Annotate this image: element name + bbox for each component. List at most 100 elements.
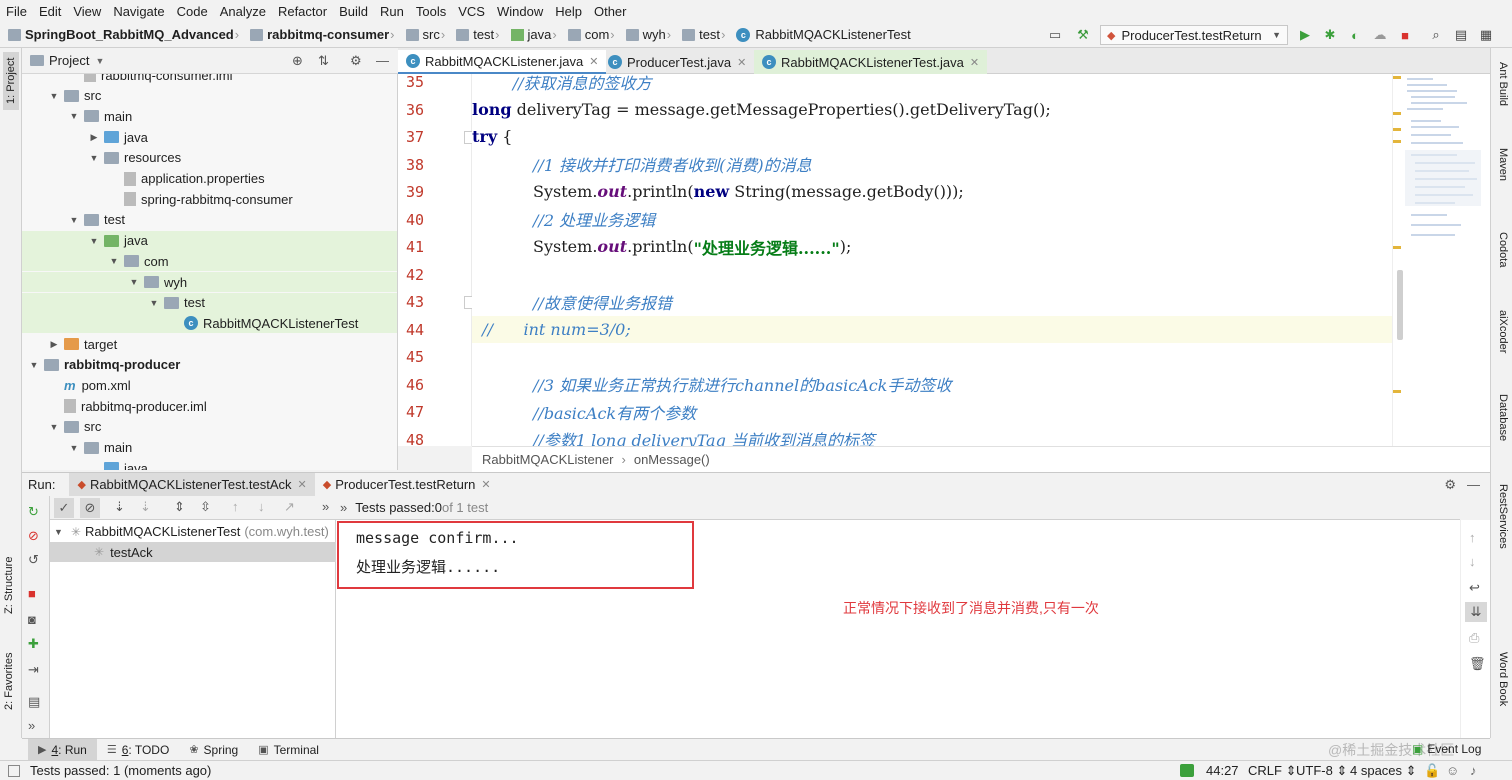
- gear-icon[interactable]: ⚙: [1444, 477, 1456, 493]
- tree-item[interactable]: application.properties: [22, 169, 397, 189]
- test-tree-item[interactable]: ✳ testAck: [50, 542, 336, 562]
- stop-icon[interactable]: ■: [28, 586, 36, 601]
- chevron-down-icon[interactable]: ▼: [95, 56, 104, 66]
- build-hammer-icon[interactable]: ⚒: [1074, 26, 1092, 44]
- code-line[interactable]: [472, 261, 1392, 288]
- scroll-to-end-icon[interactable]: ⇊: [1465, 602, 1487, 622]
- import-icon[interactable]: ⇥: [28, 662, 39, 678]
- debug-icon[interactable]: ✱: [1321, 26, 1339, 44]
- editor-tab-1[interactable]: c ProducerTest.java ✕: [600, 50, 754, 74]
- chevron-down-icon[interactable]: ▼: [48, 422, 60, 432]
- chevron-right-icon[interactable]: ▶: [48, 339, 60, 350]
- status-panel-icon[interactable]: [8, 764, 20, 777]
- arrow-down-icon[interactable]: ↓: [1469, 554, 1476, 569]
- inspector-icon[interactable]: ☺: [1446, 763, 1459, 778]
- breadcrumb-item[interactable]: rabbitmq-consumer ›: [250, 27, 399, 42]
- tree-item[interactable]: ▼ resources: [22, 148, 397, 168]
- tree-item[interactable]: ▼ main: [22, 106, 397, 126]
- aixcoder-tool-tab[interactable]: aiXcoder: [1497, 310, 1509, 353]
- code-line[interactable]: [472, 343, 1392, 370]
- collapse-all-icon[interactable]: ⇳: [200, 499, 211, 515]
- show-passed-icon[interactable]: ✓: [54, 498, 74, 518]
- expand-all-icon[interactable]: ⇕: [174, 499, 185, 515]
- collapse-icon[interactable]: ⇅: [318, 53, 329, 69]
- sort-duration-icon[interactable]: ⇣: [140, 499, 151, 515]
- codota-tool-tab[interactable]: Codota: [1497, 232, 1509, 267]
- code-breadcrumb-class[interactable]: RabbitMQACKListener: [482, 452, 614, 467]
- close-icon[interactable]: ✕: [481, 478, 490, 491]
- run-config-select[interactable]: ◆ ProducerTest.testReturn ▼: [1100, 25, 1288, 45]
- breadcrumb-item[interactable]: com ›: [567, 27, 620, 42]
- run-tab-testack[interactable]: ◆ RabbitMQACKListenerTest.testAck ✕: [69, 472, 315, 497]
- minimize-icon[interactable]: —: [376, 53, 389, 68]
- bottom-tab-terminal[interactable]: ▣ Terminal: [248, 739, 329, 761]
- menu-item-other[interactable]: Other: [594, 4, 627, 19]
- indent-setting[interactable]: 4 spaces ⇕: [1350, 763, 1417, 779]
- project-tool-tab[interactable]: 1: Project: [3, 51, 19, 110]
- project-panel-title[interactable]: Project: [49, 53, 89, 68]
- tree-item[interactable]: ▼ java: [22, 230, 397, 251]
- close-icon[interactable]: ✕: [589, 55, 598, 68]
- close-icon[interactable]: ✕: [970, 56, 979, 69]
- bottom-tab-run[interactable]: ▶ 4: Run: [28, 738, 97, 761]
- more-icon[interactable]: »: [28, 718, 35, 733]
- menu-item-navigate[interactable]: Navigate: [113, 4, 164, 19]
- breadcrumb-item[interactable]: SpringBoot_RabbitMQ_Advanced ›: [8, 27, 244, 42]
- print-icon[interactable]: ⎙: [1469, 630, 1479, 646]
- menu-item-help[interactable]: Help: [555, 4, 582, 19]
- code-line[interactable]: System. out .println("处理业务逻辑......");: [472, 233, 1392, 260]
- tree-item[interactable]: m pom.xml: [22, 376, 397, 396]
- code-line[interactable]: long deliveryTag = message.getMessagePro…: [472, 96, 1392, 123]
- trash-icon[interactable]: 🗑: [1469, 656, 1486, 672]
- rerun-failed-icon[interactable]: ⊘: [28, 528, 39, 544]
- tree-item[interactable]: ▶ java: [22, 127, 397, 147]
- breadcrumb-item[interactable]: java ›: [510, 27, 562, 42]
- layout-icon[interactable]: ▤: [28, 694, 40, 710]
- tree-item[interactable]: ▼ com: [22, 251, 397, 272]
- chevron-right-icon[interactable]: ▶: [88, 132, 100, 143]
- rerun-icon[interactable]: ↻: [28, 504, 39, 520]
- chevron-down-icon[interactable]: ▼: [68, 215, 80, 225]
- menu-item-refactor[interactable]: Refactor: [278, 4, 327, 19]
- code-editor[interactable]: //获取消息的签收方 long deliveryTag = message.ge…: [472, 74, 1392, 446]
- word-book-tool-tab[interactable]: Word Book: [1497, 652, 1509, 706]
- test-tree-root[interactable]: ▼ ✳ RabbitMQACKListenerTest (com.wyh.tes…: [54, 524, 329, 539]
- tree-item[interactable]: ▼ test: [22, 292, 397, 313]
- notifications-icon[interactable]: ♪: [1470, 763, 1477, 778]
- menu-item-window[interactable]: Window: [497, 4, 543, 19]
- show-ignored-icon[interactable]: ⊘: [80, 498, 100, 518]
- cursor-position[interactable]: 44:27: [1206, 763, 1239, 778]
- chevron-down-icon[interactable]: ▼: [88, 153, 100, 163]
- code-line[interactable]: //获取消息的签收方: [472, 74, 1392, 95]
- chevron-down-icon[interactable]: ▼: [128, 277, 140, 287]
- arrow-up-icon[interactable]: ↑: [1469, 530, 1476, 545]
- more-icon[interactable]: »: [340, 500, 347, 515]
- menu-item-build[interactable]: Build: [339, 4, 368, 19]
- settings-grid-icon[interactable]: ▦: [1477, 26, 1495, 44]
- arrow-down-icon[interactable]: ↓: [258, 499, 265, 514]
- stop-icon[interactable]: ■: [1396, 26, 1414, 44]
- search-icon[interactable]: ⌕: [1427, 26, 1445, 44]
- editor-tab-2[interactable]: c RabbitMQACKListenerTest.java ✕: [754, 50, 988, 74]
- breadcrumb-item[interactable]: c RabbitMQACKListenerTest: [736, 27, 911, 42]
- menu-item-edit[interactable]: Edit: [39, 4, 61, 19]
- code-line[interactable]: System. out .println(new String(message.ge…: [472, 178, 1392, 205]
- chevron-down-icon[interactable]: ▼: [68, 111, 80, 121]
- gear-icon[interactable]: ⚙: [350, 53, 362, 69]
- tree-item[interactable]: spring-rabbitmq-consumer: [22, 189, 397, 209]
- code-line[interactable]: //参数1 long deliveryTag 当前收到消息的标签: [472, 426, 1392, 446]
- tree-item[interactable]: java: [22, 458, 397, 470]
- toggle-auto-test-icon[interactable]: ↺: [28, 552, 39, 568]
- restservices-tool-tab[interactable]: RestServices: [1497, 484, 1509, 549]
- code-minimap[interactable]: [1392, 74, 1490, 446]
- soft-wrap-icon[interactable]: ↩: [1469, 580, 1480, 596]
- code-line[interactable]: //basicAck有两个参数: [472, 398, 1392, 425]
- run-icon[interactable]: ▶: [1296, 26, 1314, 44]
- structure-icon[interactable]: ▤: [1452, 26, 1470, 44]
- code-line[interactable]: //故意使得业务报错: [472, 288, 1392, 315]
- lock-icon[interactable]: 🔓: [1424, 763, 1440, 779]
- code-line[interactable]: //2 处理业务逻辑: [472, 206, 1392, 233]
- profile-icon[interactable]: ☁: [1371, 26, 1389, 44]
- bottom-tab-spring[interactable]: ❀ Spring: [179, 739, 248, 761]
- menu-item-run[interactable]: Run: [380, 4, 404, 19]
